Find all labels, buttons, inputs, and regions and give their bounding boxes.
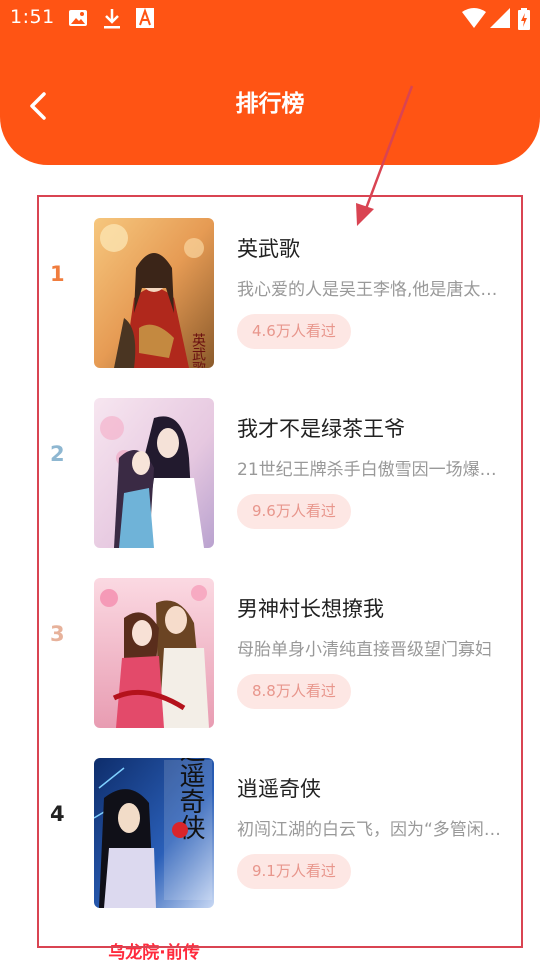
- comic-description: 21世纪王牌杀手白傲雪因一场爆炸穿越成了: [237, 460, 509, 480]
- list-item[interactable]: 1 英武歌 英武歌 我心爱的人是吴王李恪,他是唐太宗的第三子 4.6万人看过: [0, 200, 540, 368]
- comic-description: 初闯江湖的白云飞，因为“多管闲事”: [237, 820, 509, 840]
- view-count-badge: 9.1万人看过: [237, 854, 351, 889]
- next-comic-cover-text: 乌龙院·前传: [108, 943, 200, 960]
- view-count-badge: 4.6万人看过: [237, 314, 351, 349]
- comic-title: 我才不是绿茶王爷: [237, 417, 405, 441]
- list-item[interactable]: 2 我才不是绿茶王爷 21世纪王牌杀手白傲雪因一场爆炸穿越成了 9.6万人看过: [0, 380, 540, 548]
- view-count-badge: 8.8万人看过: [237, 674, 351, 709]
- rank-number: 4: [50, 802, 65, 826]
- comic-cover[interactable]: [94, 398, 214, 548]
- comic-title: 英武歌: [237, 237, 300, 261]
- rank-number: 3: [50, 622, 65, 646]
- download-icon: [102, 8, 122, 30]
- comic-title: 男神村长想撩我: [237, 597, 384, 621]
- list-item[interactable]: 4 逍遥奇侠 逍遥奇侠 初闯江湖的白云飞，因为“多管闲事” 9.1万人看过: [0, 740, 540, 908]
- rank-number: 1: [50, 262, 65, 286]
- view-count-badge: 9.6万人看过: [237, 494, 351, 529]
- next-comic-cover-peek[interactable]: 乌龙院·前传: [94, 942, 214, 960]
- wifi-icon: [462, 8, 486, 28]
- cover-title-text: 英武歌: [190, 332, 206, 368]
- comic-cover[interactable]: 逍遥奇侠: [94, 758, 214, 908]
- signal-icon: [490, 8, 510, 28]
- status-bar: 1:51: [0, 0, 540, 36]
- rank-number: 2: [50, 442, 65, 466]
- page-title: 排行榜: [235, 91, 305, 117]
- a-box-icon: [136, 8, 154, 28]
- comic-description: 我心爱的人是吴王李恪,他是唐太宗的第三子: [237, 280, 509, 300]
- comic-cover[interactable]: [94, 578, 214, 728]
- comic-description: 母胎单身小清纯直接晋级望门寡妇: [237, 640, 492, 660]
- battery-charging-icon: [518, 8, 530, 30]
- comic-title: 逍遥奇侠: [237, 777, 321, 801]
- app-header: 1:51 排行榜: [0, 0, 540, 165]
- status-time: 1:51: [10, 6, 55, 28]
- comic-cover[interactable]: 英武歌: [94, 218, 214, 368]
- image-icon: [68, 8, 88, 28]
- list-item[interactable]: 3 男神村长想撩我 母胎单身小清纯直接晋级望门寡妇 8.8万人看过: [0, 560, 540, 728]
